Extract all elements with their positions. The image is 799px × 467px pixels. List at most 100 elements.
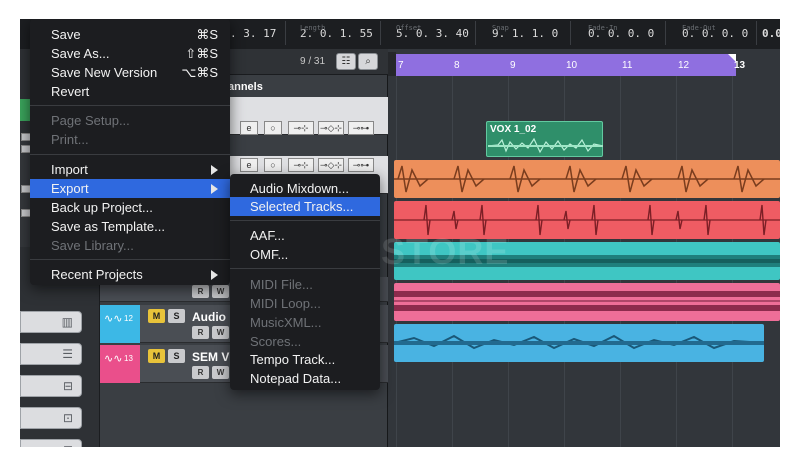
insert-button[interactable]: ⊸◇⊹ [318,158,344,172]
send-button[interactable]: ⊸⊶ [348,121,374,135]
audio-event-synth[interactable] [394,283,780,321]
track-name[interactable]: Audio [192,310,226,324]
menu-item-page-setup: Page Setup... [51,113,130,128]
timecode-value[interactable]: 0.00 [762,27,780,40]
track-number: 13 [124,354,133,363]
divider [475,21,476,45]
eq-button[interactable]: ⊸⊹ [288,121,314,135]
menu-separator [30,259,230,260]
timecode-length[interactable]: Length 2. 0. 1. 55 [300,24,373,40]
divider [665,21,666,45]
divider [570,21,571,45]
read-button[interactable]: R [192,366,209,379]
menu-item-save-library: Save Library... [51,238,134,253]
write-button[interactable]: W [212,285,229,298]
menu-item-save[interactable]: Save ⌘S [30,25,230,44]
cubase-window: . 3. 17 Length 2. 0. 1. 55 Offset 5. 0. 3.… [20,19,780,447]
menu-item-import[interactable]: Import [30,160,230,179]
bar-number: 9 [510,60,516,71]
divider [285,21,286,45]
menu-item-omf[interactable]: OMF... [230,245,380,264]
audio-wave-icon: ∿∿ [104,353,123,365]
divider [380,21,381,45]
export-screen-icon: ⊡ [62,411,73,425]
file-menu: Save ⌘S Save As... ⇧⌘S Save New Version ⌥⌘S… [30,19,230,285]
edit-button[interactable]: e [240,121,258,135]
menu-item-tempo-track[interactable]: Tempo Track... [230,350,380,369]
export-submenu: Audio Mixdown... Selected Tracks... AAF.… [230,174,380,390]
mixer-icon: ☰ [62,347,73,361]
solo-button[interactable]: S [168,349,185,363]
write-button[interactable]: W [212,326,229,339]
menu-item-audio-mixdown[interactable]: Audio Mixdown... [230,179,380,198]
event-label: VOX 1_02 [490,124,537,135]
track-name[interactable]: SEM V [192,350,229,364]
read-button[interactable]: R [192,326,209,339]
control-room-button[interactable]: ⊡ [20,407,82,429]
monitor-button[interactable]: ○ [264,121,282,135]
solo-button[interactable]: S [168,309,185,323]
search-icon[interactable]: ⌕ [358,53,378,70]
menu-item-scores: Scores... [250,334,302,349]
menu-separator [230,268,380,269]
track-number: 12 [124,314,133,323]
menu-item-save-new-version[interactable]: Save New Version ⌥⌘S [30,63,230,82]
menu-item-notepad-data[interactable]: Notepad Data... [230,369,380,388]
monitor-button[interactable]: ○ [264,158,282,172]
bar-number: 8 [454,60,460,71]
audio-event-vox[interactable]: VOX 1_02 [486,121,603,157]
window-layout-icon: ⊟ [62,379,73,393]
menu-item-print: Print... [51,132,89,147]
read-button[interactable]: R [192,285,209,298]
chevron-right-icon [211,270,218,280]
export-screen-icon: ⊡ [63,443,73,447]
eq-button[interactable]: ⊸⊹ [288,158,314,172]
menu-separator [30,154,230,155]
bar-number: 10 [566,60,578,71]
bar-number: 12 [678,60,690,71]
menu-item-aaf[interactable]: AAF... [230,226,380,245]
timecode-fade-in[interactable]: Fade-In 0. 0. 0. 0 [588,24,654,40]
library-icon: ▥ [61,315,73,329]
timecode-fade-out[interactable]: Fade-Out 0. 0. 0. 0 [682,24,748,40]
timecode-offset[interactable]: Offset 5. 0. 3. 40 [396,24,469,40]
timecode-start[interactable]: . 3. 17 [230,27,276,40]
list-icon[interactable]: ☷ [336,53,356,70]
chevron-right-icon [211,165,218,175]
timecode-snap[interactable]: Snap 9. 1. 1. 0 [492,24,558,40]
track-color-strip: ∿∿ 12 [100,305,140,343]
menu-item-selected-tracks[interactable]: Selected Tracks... [230,197,380,216]
project-button[interactable]: ⊡ [20,439,82,447]
menu-item-midi-file: MIDI File... [250,277,313,292]
menu-item-export[interactable]: Export [30,179,230,198]
menu-item-save-as-template[interactable]: Save as Template... [30,217,230,236]
audio-event-audio-12[interactable] [394,324,764,362]
track-count: 9 / 31 [300,56,326,67]
media-bay-button[interactable]: ▥ [20,311,82,333]
send-button[interactable]: ⊸⊶ [348,158,374,172]
menu-item-midi-loop: MIDI Loop... [250,296,321,311]
ruler[interactable]: 7 8 9 10 11 12 13 [388,52,780,76]
bar-number: 13 [734,60,746,71]
menu-separator [230,220,380,221]
write-button[interactable]: W [212,366,229,379]
menu-separator [30,105,230,106]
edit-button[interactable]: e [240,158,258,172]
chevron-right-icon [211,184,218,194]
menu-item-back-up-project[interactable]: Back up Project... [30,198,230,217]
menu-item-musicxml: MusicXML... [250,315,322,330]
audio-event-drums[interactable] [394,160,780,198]
menu-item-save-as[interactable]: Save As... ⇧⌘S [30,44,230,63]
audio-wave-icon: ∿∿ [104,313,123,325]
mute-button[interactable]: M [148,349,165,363]
menu-item-revert[interactable]: Revert [30,82,230,101]
folder-track-label: annels [228,81,263,93]
insert-button[interactable]: ⊸◇⊹ [318,121,344,135]
bar-number: 7 [398,60,404,71]
track-color-strip: ∿∿ 13 [100,345,140,383]
mute-button[interactable]: M [148,309,165,323]
divider [756,21,757,45]
window-layout-button[interactable]: ⊟ [20,375,82,397]
menu-item-recent-projects[interactable]: Recent Projects [30,265,230,284]
mixer-button[interactable]: ☰ [20,343,82,365]
